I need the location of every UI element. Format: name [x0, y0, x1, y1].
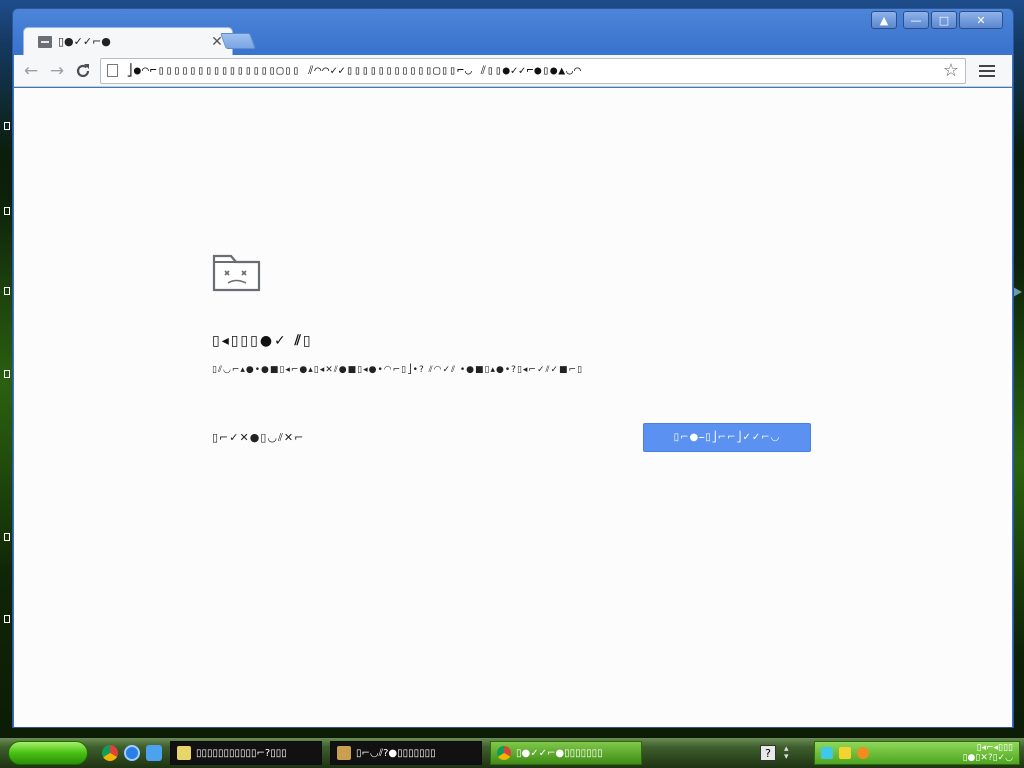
desktop-icon[interactable]: [4, 207, 10, 215]
error-heading: ▯◂▯▯▯●✓ ⫽▯: [212, 333, 313, 349]
tab-title: ▯●✓✓⌐●: [58, 35, 111, 48]
window-controls: ▲ — □ ✕: [871, 11, 1003, 29]
bookmark-star-icon[interactable]: ☆: [943, 60, 959, 81]
error-detail: ▯⫽◡⌐▴●•●■▯◂⌐●▴▯◂✕⫽●■▯◂●•◠⌐▯⎦•? ⫽◠✓⫽ •●■▯…: [212, 365, 584, 375]
sad-folder-icon: [212, 254, 261, 292]
chrome-icon: [497, 746, 511, 760]
notepad-icon: [177, 746, 191, 760]
taskbar-item[interactable]: ▯▯▯▯▯▯▯▯▯▯▯⌐?▯▯▯: [170, 741, 322, 765]
desktop-icon[interactable]: [4, 287, 10, 295]
back-button[interactable]: ←: [18, 59, 44, 83]
taskbar: ▯▯▯▯▯▯▯▯▯▯▯⌐?▯▯▯ ▯⌐◡⫽?●▯▯▯▯▯▯▯ ▯●✓✓⌐●▯▯▯…: [0, 738, 1024, 768]
quick-launch: [102, 745, 162, 761]
search-icon[interactable]: [857, 747, 869, 759]
desktop-icon[interactable]: [4, 370, 10, 378]
help-icon[interactable]: ?: [760, 745, 776, 761]
system-tray: ▯◂⌐◂▯▯▯ ▯●▯✕?▯✓◡: [814, 741, 1020, 765]
forward-button[interactable]: →: [44, 59, 70, 83]
close-button[interactable]: ✕: [959, 11, 1003, 29]
clock-date: ▯●▯✕?▯✓◡: [962, 753, 1013, 763]
desktop-icon[interactable]: [4, 122, 10, 130]
security-shield-icon[interactable]: [839, 747, 851, 759]
url-text[interactable]: ⎦●◠⌐▯▯▯▯▯▯▯▯▯▯▯▯▯▯▯▢▯▯ ⫽◠◠✓✓▯▯▯▯▯▯▯▯▯▯▯▢…: [126, 63, 943, 78]
clock-time: ▯◂⌐◂▯▯▯: [976, 743, 1013, 753]
desktop-icon[interactable]: [4, 533, 10, 541]
tray-arrows-icon[interactable]: ▴ ▾: [784, 745, 789, 762]
maximize-button[interactable]: □: [931, 11, 957, 29]
start-button[interactable]: [8, 741, 88, 765]
active-tab[interactable]: ▯●✓✓⌐● ✕: [23, 27, 233, 55]
minimize-button[interactable]: —: [903, 11, 929, 29]
network-icon[interactable]: [821, 747, 833, 759]
toolbar: ← → ⎦●◠⌐▯▯▯▯▯▯▯▯▯▯▯▯▯▯▯▢▯▯ ⫽◠◠✓✓▯▯▯▯▯▯▯▯…: [14, 55, 1012, 87]
page-icon: [107, 64, 118, 77]
mail-icon: [337, 746, 351, 760]
new-tab-button[interactable]: [220, 33, 256, 49]
reload-button[interactable]: ▯⌐●⎯▯⎦⌐⌐⎦✓✓⌐◡: [643, 423, 811, 452]
profile-button[interactable]: ▲: [871, 11, 897, 29]
taskbar-item-label: ▯⌐◡⫽?●▯▯▯▯▯▯▯: [356, 747, 436, 759]
internet-explorer-icon[interactable]: [124, 745, 140, 761]
tray-helpers: ? ▴ ▾: [760, 745, 789, 762]
taskbar-item-label: ▯▯▯▯▯▯▯▯▯▯▯⌐?▯▯▯: [196, 747, 287, 759]
chrome-icon[interactable]: [102, 745, 118, 761]
reload-arrow-icon: [76, 63, 90, 77]
reload-icon[interactable]: [70, 59, 96, 83]
clock[interactable]: ▯◂⌐◂▯▯▯ ▯●▯✕?▯✓◡: [963, 743, 1013, 763]
more-info-link[interactable]: ▯⌐✓✕●▯◡⫽✕⌐: [212, 431, 304, 445]
sad-page-icon: [38, 35, 52, 48]
taskbar-item-active[interactable]: ▯●✓✓⌐●▯▯▯▯▯▯▯: [490, 741, 642, 765]
page-content: ▯◂▯▯▯●✓ ⫽▯ ▯⫽◡⌐▴●•●■▯◂⌐●▴▯◂✕⫽●■▯◂●•◠⌐▯⎦•…: [14, 88, 1012, 727]
taskbar-item[interactable]: ▯⌐◡⫽?●▯▯▯▯▯▯▯: [330, 741, 482, 765]
address-bar[interactable]: ⎦●◠⌐▯▯▯▯▯▯▯▯▯▯▯▯▯▯▯▢▯▯ ⫽◠◠✓✓▯▯▯▯▯▯▯▯▯▯▯▢…: [100, 57, 966, 84]
taskbar-item-label: ▯●✓✓⌐●▯▯▯▯▯▯▯: [516, 747, 603, 759]
browser-window: ▲ — □ ✕ ▯●✓✓⌐● ✕ ← → ⎦●◠⌐▯▯▯▯▯▯▯▯▯▯▯▯▯▯▯…: [12, 8, 1014, 728]
ie-shortcut-icon[interactable]: [146, 745, 162, 761]
menu-icon[interactable]: [978, 63, 996, 79]
desktop-icon[interactable]: [4, 615, 10, 623]
